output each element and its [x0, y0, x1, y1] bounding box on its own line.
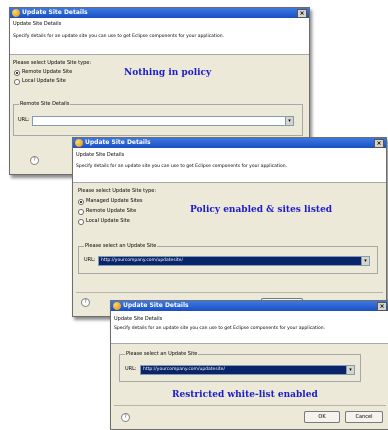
dialog-header: Update Site Details Specify details for … — [73, 148, 386, 183]
eclipse-icon — [113, 302, 121, 310]
caption-label: Restricted white-list enabled — [172, 390, 318, 400]
radio-remote[interactable] — [78, 209, 84, 215]
help-icon[interactable]: ? — [81, 298, 90, 307]
type-prompt: Please select Update Site type: — [78, 188, 157, 194]
ok-button[interactable]: OK — [304, 411, 340, 423]
close-icon[interactable]: × — [377, 302, 387, 311]
remote-site-group: Remote Site Details URL: ▾ — [13, 101, 303, 136]
header-description: Specify details for an update site you c… — [13, 34, 224, 39]
option-local[interactable]: Local Update Site — [86, 218, 130, 224]
title-bar[interactable]: Update Site Details × — [73, 138, 386, 148]
chevron-down-icon[interactable]: ▾ — [361, 257, 369, 265]
header-description: Specify details for an update site you c… — [76, 164, 287, 169]
chevron-down-icon[interactable]: ▾ — [346, 366, 354, 374]
radio-remote[interactable] — [14, 70, 20, 76]
option-remote[interactable]: Remote Update Site — [86, 208, 136, 214]
separator — [114, 405, 386, 406]
group-label: Please select an Update Site — [84, 243, 158, 249]
eclipse-icon — [12, 9, 20, 17]
site-select-group: Please select an Update Site URL: http:/… — [78, 243, 378, 274]
help-icon[interactable]: ? — [30, 156, 39, 165]
chevron-down-icon[interactable]: ▾ — [285, 117, 293, 125]
header-title: Update Site Details — [13, 21, 62, 27]
dialog-policy-enabled: Update Site Details × Update Site Detail… — [72, 137, 387, 317]
window-title: Update Site Details — [85, 139, 151, 146]
separator — [76, 292, 383, 293]
help-icon[interactable]: ? — [121, 413, 130, 422]
caption-label: Policy enabled & sites listed — [190, 205, 333, 215]
url-label: URL: — [84, 257, 96, 263]
radio-local[interactable] — [78, 219, 84, 225]
option-local[interactable]: Local Update Site — [22, 78, 66, 84]
url-value: http://yourcompany.com/updatesite/ — [143, 367, 225, 372]
close-icon[interactable]: × — [297, 9, 307, 18]
header-title: Update Site Details — [114, 316, 163, 322]
window-title: Update Site Details — [123, 302, 189, 309]
radio-local[interactable] — [14, 79, 20, 85]
url-label: URL: — [125, 366, 137, 372]
title-bar[interactable]: Update Site Details × — [111, 301, 388, 311]
url-value: http://yourcompany.com/updatesite/ — [101, 258, 183, 263]
title-bar[interactable]: Update Site Details × — [10, 8, 309, 18]
option-remote[interactable]: Remote Update Site — [22, 69, 72, 75]
dialog-header: Update Site Details Specify details for … — [111, 311, 388, 344]
url-select[interactable]: http://yourcompany.com/updatesite/ ▾ — [98, 256, 370, 266]
window-title: Update Site Details — [22, 9, 88, 16]
url-select[interactable]: http://yourcompany.com/updatesite/ ▾ — [140, 365, 355, 375]
header-title: Update Site Details — [76, 152, 125, 158]
group-label: Please select an Update Site — [125, 351, 199, 357]
site-select-group: Please select an Update Site URL: http:/… — [119, 351, 361, 382]
caption-label: Nothing in policy — [124, 68, 212, 78]
group-label: Remote Site Details — [19, 101, 71, 107]
option-managed[interactable]: Managed Update Sites — [86, 198, 143, 204]
dialog-header: Update Site Details Specify details for … — [10, 18, 309, 55]
dialog-restricted-whitelist: Update Site Details × Update Site Detail… — [110, 300, 388, 430]
url-label: URL: — [18, 117, 30, 123]
type-prompt: Please select Update Site type: — [13, 60, 92, 66]
cancel-button[interactable]: Cancel — [345, 411, 383, 423]
header-description: Specify details for an update site you c… — [114, 326, 325, 331]
radio-managed[interactable] — [78, 199, 84, 205]
close-icon[interactable]: × — [374, 139, 384, 148]
url-input[interactable]: ▾ — [32, 116, 294, 126]
eclipse-icon — [75, 139, 83, 147]
